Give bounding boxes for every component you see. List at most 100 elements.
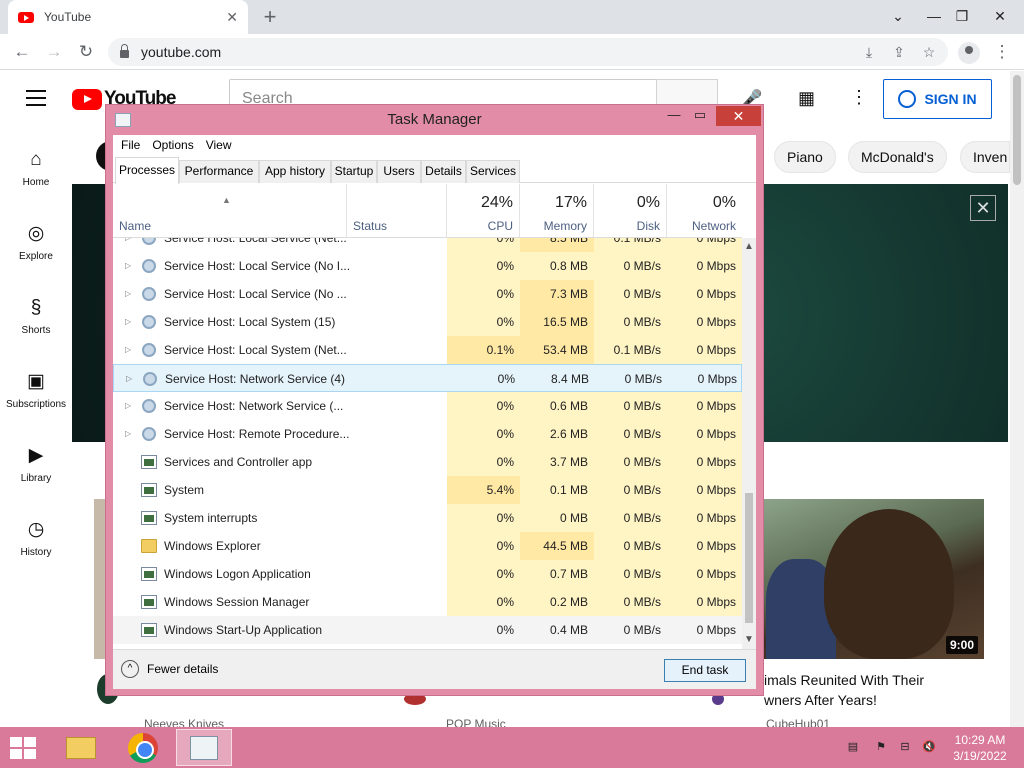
scrollbar-thumb[interactable] bbox=[745, 493, 753, 623]
column-header-memory[interactable]: 17% Memory bbox=[520, 184, 594, 237]
process-row[interactable]: ▷ Service Host: Network Service (4) 0% 8.4 … bbox=[113, 364, 742, 392]
process-row[interactable]: Windows Start-Up Application 0% 0.4 MB 0 MB… bbox=[113, 616, 742, 644]
tab-processes[interactable]: Processes bbox=[115, 157, 179, 184]
tab-search-chevron-icon[interactable]: ⌄ bbox=[880, 0, 916, 34]
process-row[interactable]: ▷ Service Host: Local Service (No ... 0% 7.… bbox=[113, 280, 742, 308]
process-row[interactable]: Services and Controller app 0% 3.7 MB 0 MB/… bbox=[113, 448, 742, 476]
tab-details[interactable]: Details bbox=[421, 160, 466, 183]
hamburger-menu-icon[interactable] bbox=[26, 90, 46, 106]
lock-icon[interactable] bbox=[120, 44, 129, 58]
process-row[interactable]: ▷ Service Host: Network Service (... 0% 0.6… bbox=[113, 392, 742, 420]
expand-chevron-icon[interactable]: ▷ bbox=[125, 280, 131, 308]
expand-chevron-icon[interactable]: ▷ bbox=[125, 420, 131, 448]
menu-options[interactable]: Options bbox=[146, 135, 199, 156]
tm-maximize-button[interactable]: ▭ bbox=[686, 107, 714, 125]
reload-button[interactable]: ↻ bbox=[74, 40, 98, 64]
sidebar-item-history[interactable]: ◷ History bbox=[0, 519, 72, 558]
process-row[interactable]: ▷ Service Host: Local Service (Net... 0%8.… bbox=[113, 238, 742, 252]
restore-button[interactable]: ❐ bbox=[944, 0, 980, 34]
compass-icon: ◎ bbox=[27, 223, 45, 244]
sidebar-item-shorts[interactable]: § Shorts bbox=[0, 297, 72, 336]
sidebar-item-subscriptions[interactable]: ▣ Subscriptions bbox=[0, 371, 72, 410]
process-row[interactable]: ▷ Service Host: Remote Procedure... 0% 2.6 … bbox=[113, 420, 742, 448]
process-row[interactable]: ▷ Service Host: Local Service (No I... 0% 0… bbox=[113, 252, 742, 280]
network-icon[interactable]: ⊟ bbox=[898, 741, 912, 753]
forward-button[interactable]: → bbox=[42, 40, 66, 64]
url-text[interactable]: youtube.com bbox=[141, 44, 858, 60]
column-header-name[interactable]: Name bbox=[113, 184, 347, 237]
process-row[interactable]: System interrupts 0% 0 MB 0 MB/s 0 Mbps bbox=[113, 504, 742, 532]
close-window-button[interactable]: ✕ bbox=[982, 0, 1018, 34]
tab-app-history[interactable]: App history bbox=[259, 160, 331, 183]
cpu-cell: 0.1% bbox=[447, 336, 520, 364]
expand-chevron-icon[interactable]: ▷ bbox=[125, 392, 131, 420]
process-row[interactable]: System 5.4% 0.1 MB 0 MB/s 0 Mbps bbox=[113, 476, 742, 504]
expand-chevron-icon[interactable]: ▷ bbox=[125, 336, 131, 364]
page-scrollbar[interactable] bbox=[1010, 71, 1024, 727]
file-explorer-icon[interactable] bbox=[66, 737, 96, 759]
sidebar-item-explore[interactable]: ◎ Explore bbox=[0, 223, 72, 262]
menu-view[interactable]: View bbox=[200, 135, 238, 156]
sidebar-item-library[interactable]: ▶ Library bbox=[0, 445, 72, 484]
expand-chevron-icon[interactable]: ▷ bbox=[126, 365, 132, 393]
end-task-button[interactable]: End task bbox=[664, 659, 746, 682]
column-header-network[interactable]: 0% Network bbox=[667, 184, 742, 237]
start-windows-icon[interactable] bbox=[10, 737, 38, 759]
cpu-cell: 0% bbox=[447, 252, 520, 280]
action-center-flag-icon[interactable]: ⚑ bbox=[874, 741, 888, 753]
tab-users[interactable]: Users bbox=[377, 160, 421, 183]
system-clock[interactable]: 10:29 AM 3/19/2022 bbox=[950, 732, 1010, 764]
process-row[interactable]: Windows Logon Application 0% 0.7 MB 0 MB/s 0… bbox=[113, 560, 742, 588]
network-cell: 0 Mbps bbox=[697, 372, 737, 386]
network-cell: 0 Mbps bbox=[667, 560, 742, 588]
expand-chevron-icon[interactable]: ▷ bbox=[125, 308, 131, 336]
tm-close-button[interactable]: ✕ bbox=[716, 106, 761, 126]
chip-piano[interactable]: Piano bbox=[774, 141, 836, 173]
close-tab-icon[interactable]: ✕ bbox=[226, 9, 238, 26]
settings-dots-icon[interactable]: ⋮ bbox=[850, 87, 868, 108]
keyboard-icon[interactable]: ▤ bbox=[846, 741, 860, 753]
profile-avatar-icon[interactable] bbox=[958, 42, 980, 64]
page-scrollbar-thumb[interactable] bbox=[1013, 75, 1021, 185]
sidebar-item-home[interactable]: ⌂ Home bbox=[0, 149, 72, 188]
scroll-down-icon[interactable]: ▼ bbox=[742, 633, 756, 647]
menu-file[interactable]: File bbox=[115, 135, 146, 156]
column-header-cpu[interactable]: 24% CPU bbox=[447, 184, 520, 237]
service-icon bbox=[142, 238, 156, 245]
browser-tab-youtube[interactable]: YouTube ✕ bbox=[8, 0, 248, 34]
install-app-icon[interactable]: ⤓ bbox=[858, 44, 880, 61]
tab-performance[interactable]: Performance bbox=[179, 160, 259, 183]
process-row[interactable]: Windows Session Manager 0% 0.2 MB 0 MB/s 0 M… bbox=[113, 588, 742, 616]
column-header-status[interactable]: Status bbox=[347, 184, 447, 237]
address-bar[interactable]: youtube.com ⤓ ⇪ ☆ bbox=[108, 38, 948, 66]
column-header-disk[interactable]: 0% Disk bbox=[594, 184, 667, 237]
process-name: Service Host: Local System (Net... bbox=[164, 343, 347, 357]
scroll-up-icon[interactable]: ▲ bbox=[742, 240, 756, 254]
new-tab-button[interactable]: + bbox=[258, 4, 282, 30]
process-list-scrollbar[interactable]: ▲ ▼ bbox=[742, 238, 756, 649]
process-row[interactable]: ▷ Service Host: Local System (Net... 0.1% 5… bbox=[113, 336, 742, 364]
tm-minimize-button[interactable]: — bbox=[660, 107, 688, 125]
tab-services[interactable]: Services bbox=[466, 160, 520, 183]
close-banner-icon[interactable]: ✕ bbox=[970, 195, 996, 221]
bookmark-star-icon[interactable]: ☆ bbox=[918, 44, 940, 61]
chip-mcdonalds[interactable]: McDonald's bbox=[848, 141, 947, 173]
expand-chevron-icon[interactable]: ▷ bbox=[125, 252, 131, 280]
expand-chevron-icon[interactable]: ▷ bbox=[125, 238, 131, 252]
video-title[interactable]: imals Reunited With Their wners After Ye… bbox=[764, 670, 1004, 710]
video-thumbnail-bear[interactable] bbox=[764, 499, 984, 659]
process-row[interactable]: ▷ Service Host: Local System (15) 0% 16.5 M… bbox=[113, 308, 742, 336]
service-icon bbox=[142, 399, 156, 413]
share-icon[interactable]: ⇪ bbox=[888, 44, 910, 61]
chrome-icon[interactable] bbox=[128, 733, 158, 763]
apps-grid-icon[interactable]: ▦ bbox=[798, 88, 815, 109]
process-name: Windows Session Manager bbox=[164, 595, 310, 609]
chip-inven[interactable]: Inven bbox=[960, 141, 1010, 173]
browser-menu-icon[interactable]: ⋮ bbox=[990, 40, 1014, 64]
sign-in-button[interactable]: SIGN IN bbox=[883, 79, 992, 119]
volume-muted-icon[interactable]: 🔇 bbox=[922, 741, 936, 753]
back-button[interactable]: ← bbox=[10, 40, 34, 64]
fewer-details-button[interactable]: ^ Fewer details bbox=[121, 660, 218, 678]
tab-startup[interactable]: Startup bbox=[331, 160, 377, 183]
process-row[interactable]: Windows Explorer 0% 44.5 MB 0 MB/s 0 Mbps bbox=[113, 532, 742, 560]
